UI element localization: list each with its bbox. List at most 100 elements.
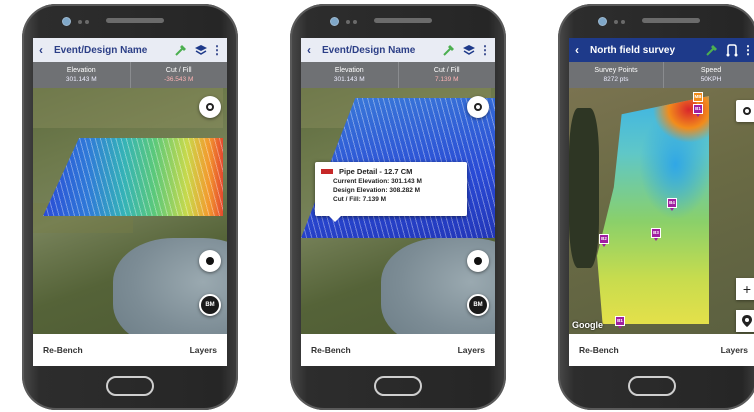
stat-value: 301.143 M bbox=[65, 76, 97, 83]
survey-pole-icon[interactable] bbox=[704, 42, 720, 58]
more-vert-icon[interactable]: ⋮ bbox=[211, 42, 223, 58]
benchmark-button[interactable]: BM bbox=[199, 294, 221, 316]
record-button[interactable] bbox=[467, 250, 489, 272]
stats-bar: Elevation 301.143 M Cut / Fill 7.139 M bbox=[301, 62, 495, 88]
map-pin-icon bbox=[742, 315, 752, 327]
stat-label: Elevation bbox=[66, 67, 96, 74]
survey-pole-icon[interactable] bbox=[441, 42, 457, 58]
stat-value: -36.543 M bbox=[164, 76, 194, 83]
survey-heatmap bbox=[597, 96, 709, 324]
layers-button[interactable]: Layers bbox=[458, 345, 485, 355]
survey-overlay bbox=[43, 138, 223, 216]
stat-value: 7.139 M bbox=[435, 76, 459, 83]
popup-cut-fill: Cut / Fill: 7.139 M bbox=[333, 196, 387, 203]
stat-label: Cut / Fill bbox=[165, 67, 192, 74]
phone-screen: ‹ Event/Design Name ⋮ Elevation 301.143 … bbox=[33, 38, 227, 366]
layers-stack-icon[interactable] bbox=[461, 42, 477, 58]
phone-screen: ‹ North field survey ⋮ Survey Points 827… bbox=[569, 38, 754, 366]
stat-value: 8272 pts bbox=[603, 76, 629, 83]
phone-screen: ‹ Event/Design Name ⋮ Elevation 301.143 … bbox=[301, 38, 495, 366]
page-title: Event/Design Name bbox=[54, 44, 148, 56]
marker-label: B1 bbox=[695, 106, 701, 111]
speaker-grille bbox=[642, 18, 700, 23]
map-marker[interactable]: B1 bbox=[693, 104, 703, 117]
zoom-in-label: + bbox=[742, 281, 752, 297]
layers-button[interactable]: Layers bbox=[721, 345, 748, 355]
more-vert-icon[interactable]: ⋮ bbox=[479, 42, 491, 58]
stats-bar: Survey Points 8272 pts Speed 50KPH bbox=[569, 62, 754, 88]
benchmark-button[interactable]: BM bbox=[467, 294, 489, 316]
re-bench-button[interactable]: Re-Bench bbox=[311, 345, 351, 355]
phone-mockup-2: ‹ Event/Design Name ⋮ Elevation 301.143 … bbox=[290, 4, 506, 410]
record-icon bbox=[474, 257, 482, 265]
marker-label: B2 bbox=[601, 236, 607, 241]
satellite-map[interactable]: MB B1 B2 B3 B4 B1 + Google bbox=[569, 88, 754, 334]
phone-mockup-1: ‹ Event/Design Name ⋮ Elevation 301.143 … bbox=[22, 4, 238, 410]
stat-label: Survey Points bbox=[594, 67, 638, 74]
bm-label: BM bbox=[205, 302, 215, 308]
home-button[interactable] bbox=[374, 376, 422, 396]
record-icon bbox=[206, 257, 214, 265]
app-bar: ‹ Event/Design Name ⋮ bbox=[301, 38, 495, 62]
bottom-bar: Re-Bench Layers bbox=[301, 334, 495, 366]
survey-pole-icon[interactable] bbox=[173, 42, 189, 58]
satellite-map[interactable]: BM bbox=[33, 88, 227, 334]
layers-stack-icon[interactable] bbox=[193, 42, 209, 58]
home-button[interactable] bbox=[106, 376, 154, 396]
zoom-in-button[interactable]: + bbox=[736, 278, 754, 300]
app-bar: ‹ Event/Design Name ⋮ bbox=[33, 38, 227, 62]
phone-mockup-3: ‹ North field survey ⋮ Survey Points 827… bbox=[558, 4, 754, 410]
map-marker[interactable]: B2 bbox=[599, 234, 609, 247]
more-vert-icon[interactable]: ⋮ bbox=[742, 42, 754, 58]
speaker-grille bbox=[374, 18, 432, 23]
map-marker[interactable]: B3 bbox=[651, 228, 661, 241]
pipe-detail-popup: Pipe Detail - 12.7 CM Current Elevation:… bbox=[315, 162, 467, 222]
map-marker[interactable]: B4 bbox=[667, 198, 677, 211]
stats-bar: Elevation 301.143 M Cut / Fill -36.543 M bbox=[33, 62, 227, 88]
home-button[interactable] bbox=[628, 376, 676, 396]
re-bench-button[interactable]: Re-Bench bbox=[43, 345, 83, 355]
stat-value: 50KPH bbox=[700, 76, 722, 83]
stat-survey-points: Survey Points 8272 pts bbox=[569, 62, 663, 88]
map-attribution: Google bbox=[572, 320, 603, 330]
gps-locate-button[interactable] bbox=[199, 96, 221, 118]
marker-label: B4 bbox=[669, 200, 675, 205]
stat-label: Speed bbox=[700, 67, 722, 74]
record-button[interactable] bbox=[199, 250, 221, 272]
stat-value: 301.143 M bbox=[333, 76, 365, 83]
route-icon[interactable] bbox=[724, 42, 740, 58]
stat-cut-fill: Cut / Fill 7.139 M bbox=[397, 62, 496, 88]
chevron-left-icon[interactable]: ‹ bbox=[575, 43, 587, 57]
bm-label: BM bbox=[473, 302, 483, 308]
satellite-map[interactable]: Pipe Detail - 12.7 CM Current Elevation:… bbox=[301, 88, 495, 334]
stat-cut-fill: Cut / Fill -36.543 M bbox=[129, 62, 228, 88]
map-marker[interactable]: B1 bbox=[615, 316, 625, 329]
gps-locate-icon bbox=[206, 103, 214, 111]
popup-title: Pipe Detail - 12.7 CM bbox=[339, 167, 413, 176]
speaker-grille bbox=[106, 18, 164, 23]
marker-label: B3 bbox=[653, 230, 659, 235]
page-title: North field survey bbox=[590, 44, 676, 56]
gps-locate-icon bbox=[743, 107, 751, 115]
marker-label: MB bbox=[694, 94, 702, 99]
gps-locate-button[interactable] bbox=[467, 96, 489, 118]
marker-label: B1 bbox=[617, 318, 623, 323]
layers-button[interactable]: Layers bbox=[190, 345, 217, 355]
re-bench-button[interactable]: Re-Bench bbox=[579, 345, 619, 355]
place-marker-button[interactable] bbox=[736, 310, 754, 332]
tree-belt bbox=[569, 108, 599, 268]
page-title: Event/Design Name bbox=[322, 44, 416, 56]
chevron-left-icon[interactable]: ‹ bbox=[307, 43, 319, 57]
pipe-color-swatch bbox=[321, 169, 333, 174]
stat-elevation: Elevation 301.143 M bbox=[301, 62, 398, 88]
stat-speed: Speed 50KPH bbox=[663, 62, 754, 88]
gps-locate-icon bbox=[474, 103, 482, 111]
stat-label: Cut / Fill bbox=[433, 67, 460, 74]
stat-label: Elevation bbox=[334, 67, 364, 74]
map-marker[interactable]: MB bbox=[693, 92, 703, 105]
popup-current-elevation: Current Elevation: 301.143 M bbox=[333, 178, 422, 185]
chevron-left-icon[interactable]: ‹ bbox=[39, 43, 51, 57]
stat-elevation: Elevation 301.143 M bbox=[33, 62, 130, 88]
gps-locate-button[interactable] bbox=[736, 100, 754, 122]
popup-design-elevation: Design Elevation: 308.282 M bbox=[333, 187, 421, 194]
